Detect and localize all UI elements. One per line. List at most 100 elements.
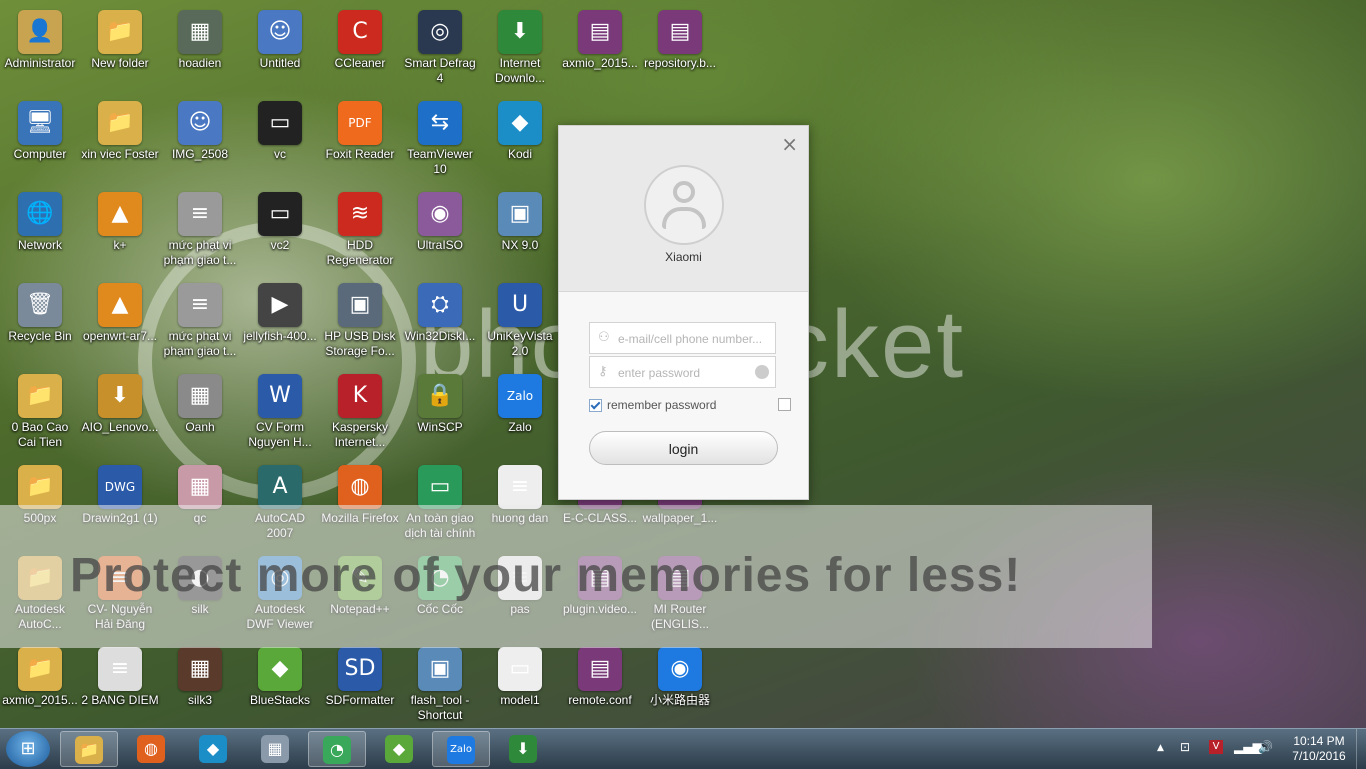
app-icon: ▤ (578, 647, 622, 691)
desktop-icon[interactable]: ⬇ Internet Downlo... (480, 4, 560, 92)
desktop-icon[interactable]: PDF Foxit Reader (320, 95, 400, 183)
password-input[interactable] (616, 361, 770, 385)
remember-password[interactable]: remember password (589, 398, 716, 413)
desktop-icon[interactable]: ⛭ Win32DiskI... (400, 277, 480, 365)
desktop-icon[interactable]: ☺ IMG_2508 (160, 95, 240, 183)
desktop-icon[interactable]: ▲ k+ (80, 186, 160, 274)
desktop-icon[interactable]: ◎ Smart Defrag 4 (400, 4, 480, 92)
app-icon: ▣ (498, 192, 542, 236)
desktop-icon[interactable]: ▦ silk3 (160, 641, 240, 729)
app-icon: PDF (338, 101, 382, 145)
desktop-icon[interactable]: ▭ model1 (480, 641, 560, 729)
volume-tray-icon[interactable]: 🔊 (1258, 740, 1273, 754)
desktop-icon[interactable]: ▭ vc (240, 95, 320, 183)
desktop-icon[interactable]: ▲ openwrt-ar7... (80, 277, 160, 365)
desktop-icon[interactable]: ▦ Oanh (160, 368, 240, 456)
show-desktop-button[interactable] (1356, 729, 1366, 769)
desktop-icon-label: HP USB Disk Storage Fo... (324, 329, 396, 358)
taskbar-bluestacks[interactable]: ◆ (370, 731, 428, 767)
desktop-icon[interactable]: ▣ HP USB Disk Storage Fo... (320, 277, 400, 365)
desktop-icon-label: Oanh (185, 420, 215, 434)
desktop-icon[interactable]: W CV Form Nguyen H... (240, 368, 320, 456)
avatar[interactable] (644, 165, 724, 245)
desktop-icon[interactable]: 🖥 Computer (0, 95, 80, 183)
taskbar-internet-download-manager[interactable]: ⬇ (494, 731, 552, 767)
desktop-icon[interactable]: ▣ NX 9.0 (480, 186, 560, 274)
desktop-icon[interactable]: ◆ Kodi (480, 95, 560, 183)
clock[interactable]: 10:14 PM 7/10/2016 (1284, 734, 1354, 764)
desktop-icon-label: BlueStacks (249, 693, 311, 707)
desktop-icon[interactable]: 📁 New folder (80, 4, 160, 92)
internet-download-manager-icon: ⬇ (509, 735, 537, 763)
desktop-icon-label: xin viec Foster (81, 147, 159, 161)
desktop-icon[interactable]: ▣ flash_tool - Shortcut (400, 641, 480, 729)
app-icon: W (258, 374, 302, 418)
remember-checkbox[interactable] (589, 399, 602, 413)
taskbar-calculator[interactable]: ▦ (246, 731, 304, 767)
desktop-icon[interactable]: ≡ 2 BANG DIEM (80, 641, 160, 729)
taskbar-firefox[interactable]: ◍ (122, 731, 180, 767)
desktop-icon[interactable]: 📁 xin viec Foster (80, 95, 160, 183)
desktop-icon[interactable]: ▦ hoadien (160, 4, 240, 92)
desktop-icon[interactable]: ◆ BlueStacks (240, 641, 320, 729)
desktop-icon-label: Untitled (259, 56, 301, 70)
desktop-icon[interactable]: ⬇ AIO_Lenovo... (80, 368, 160, 456)
desktop-icon-label: model1 (500, 693, 540, 707)
desktop-icon[interactable]: 🔒 WinSCP (400, 368, 480, 456)
app-icon: 📁 (98, 101, 142, 145)
password-field[interactable]: ⚷ (589, 356, 776, 388)
taskbar-kodi[interactable]: ◆ (184, 731, 242, 767)
unikey-tray-icon[interactable]: V (1209, 740, 1223, 754)
desktop-icon-label: flash_tool - Shortcut (410, 693, 470, 722)
desktop-icon[interactable]: ▭ vc2 (240, 186, 320, 274)
desktop-icon-label: k+ (113, 238, 127, 252)
desktop-icon[interactable]: ▶ jellyfish-400... (240, 277, 320, 365)
network-tray-icon[interactable]: ⊡ (1180, 740, 1190, 754)
app-icon: A (258, 465, 302, 509)
close-icon[interactable]: × (781, 132, 798, 156)
desktop-icon-label: IMG_2508 (171, 147, 229, 161)
start-button[interactable]: ⊞ (6, 731, 50, 767)
desktop-icon[interactable]: 📁 axmio_2015... (0, 641, 80, 729)
desktop-icon[interactable]: ≡ mức phạt vi phạm giao t... (160, 277, 240, 365)
app-icon: 📁 (98, 10, 142, 54)
taskbar-coc-coc[interactable]: ◔ (308, 731, 366, 767)
email-input[interactable] (616, 327, 770, 351)
desktop-icon[interactable]: ☺ Untitled (240, 4, 320, 92)
taskbar-zalo[interactable]: Zalo (432, 731, 490, 767)
desktop-icon[interactable]: 🗑 Recycle Bin (0, 277, 80, 365)
lock-icon: ⚷ (598, 364, 608, 379)
auto-login-checkbox[interactable] (778, 398, 791, 411)
app-icon: DWG (98, 465, 142, 509)
password-help-icon[interactable] (755, 365, 769, 379)
desktop-icon[interactable]: U UniKeyVista 2.0 (480, 277, 560, 365)
app-icon: U (498, 283, 542, 327)
desktop-icon[interactable]: ▤ axmio_2015... (560, 4, 640, 92)
desktop-icon-label: UniKeyVista 2.0 (487, 329, 553, 358)
app-icon: K (338, 374, 382, 418)
show-hidden-icons-icon[interactable]: ▲ (1157, 743, 1164, 753)
app-icon: ☺ (178, 101, 222, 145)
desktop-icon[interactable]: ⇆ TeamViewer 10 (400, 95, 480, 183)
desktop-icon[interactable]: ◉ 小米路由器 (640, 641, 720, 729)
desktop-icon[interactable]: ▤ remote.conf (560, 641, 640, 729)
desktop-icon[interactable]: ◉ UltraISO (400, 186, 480, 274)
desktop-icon[interactable]: 📁 0 Bao Cao Cai Tien (0, 368, 80, 456)
desktop-icon[interactable]: C CCleaner (320, 4, 400, 92)
app-icon: ▲ (98, 283, 142, 327)
desktop-icon[interactable]: SD SDFormatter (320, 641, 400, 729)
app-icon: ◍ (338, 465, 382, 509)
taskbar-explorer[interactable]: 📁 (60, 731, 118, 767)
desktop-icon[interactable]: Zalo Zalo (480, 368, 560, 456)
desktop-icon[interactable]: ≋ HDD Regenerator (320, 186, 400, 274)
desktop-icon-label: Win32DiskI... (404, 329, 476, 343)
desktop-icon-label: Foxit Reader (325, 147, 395, 161)
desktop-icon[interactable]: 🌐 Network (0, 186, 80, 274)
desktop-icon[interactable]: ≡ mức phạt vi phạm giao t... (160, 186, 240, 274)
email-field[interactable]: ⚇ (589, 322, 776, 354)
desktop-icon-label: CV Form Nguyen H... (248, 420, 312, 449)
desktop-icon[interactable]: K Kaspersky Internet... (320, 368, 400, 456)
desktop-icon[interactable]: ▤ repository.b... (640, 4, 720, 92)
login-button[interactable]: login (589, 431, 778, 465)
desktop-icon[interactable]: 👤 Administrator (0, 4, 80, 92)
